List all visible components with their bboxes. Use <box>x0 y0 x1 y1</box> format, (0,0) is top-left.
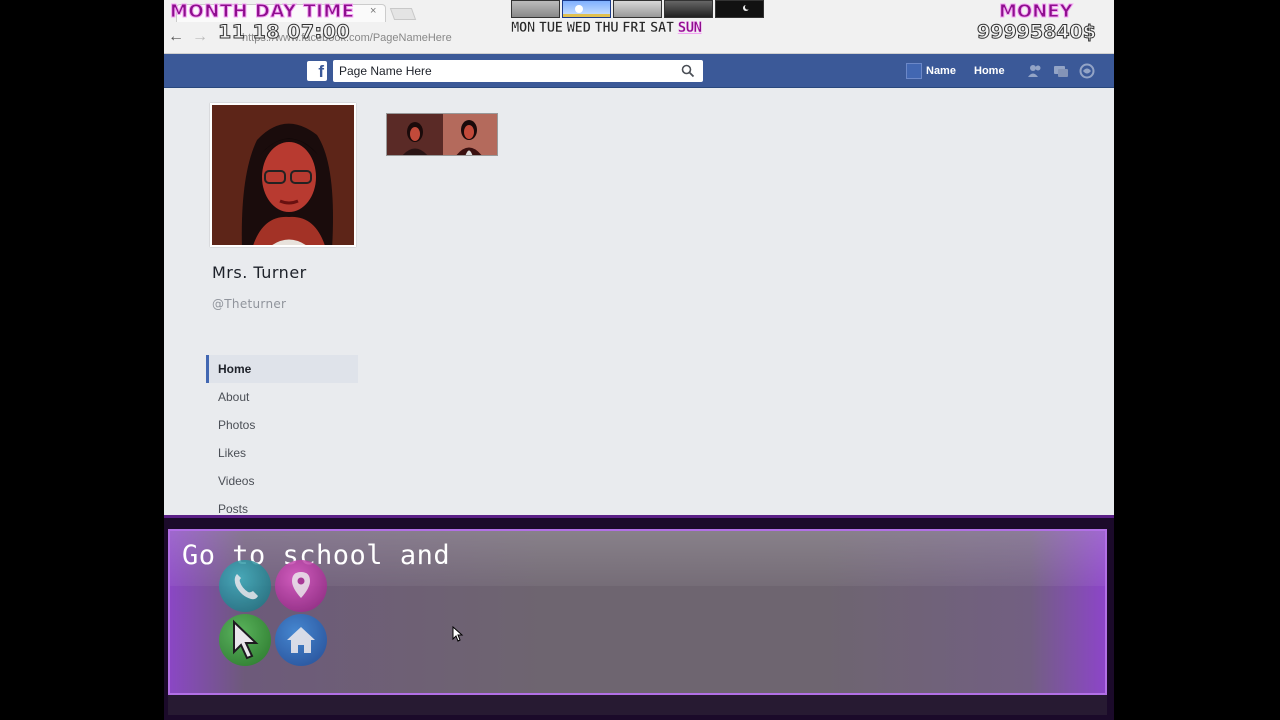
search-icon[interactable] <box>681 64 695 78</box>
weekday-thu: THU <box>594 20 619 36</box>
money-label: MONEY <box>999 1 1074 23</box>
forward-arrow-icon[interactable]: → <box>192 28 208 46</box>
cursor-icon <box>233 619 259 660</box>
home-icon <box>287 627 315 653</box>
datetime-display: 11 18 07:00 <box>217 21 351 44</box>
weekday-wed: WED <box>566 20 591 36</box>
night-moon-icon <box>715 0 764 18</box>
evening-weather-icon <box>664 0 713 18</box>
side-nav-item-about[interactable]: About <box>206 383 358 411</box>
page-side-nav: Home About Photos Likes Videos Posts <box>206 355 358 523</box>
side-nav-item-photos[interactable]: Photos <box>206 411 358 439</box>
home-link[interactable]: Home <box>974 63 1005 79</box>
weekday-tue: TUE <box>538 20 564 36</box>
notifications-globe-icon[interactable] <box>1079 63 1095 79</box>
facebook-logo-icon[interactable]: f <box>307 61 327 81</box>
profile-picture[interactable] <box>210 103 356 247</box>
weekday-sun-current: SUN <box>677 20 703 36</box>
time-of-day-strip <box>511 0 765 18</box>
map-pin-icon <box>292 572 310 598</box>
profile-name: Mrs. Turner <box>212 263 307 282</box>
back-arrow-icon[interactable]: ← <box>168 28 184 46</box>
weekday-fri: FRI <box>622 20 647 36</box>
weekday-bar: MON TUE WED THU FRI SAT SUN <box>511 20 706 36</box>
weekday-sat: SAT <box>649 20 675 36</box>
month-day-time-label: MONTH DAY TIME <box>170 1 355 23</box>
morning-sun-icon <box>562 0 611 18</box>
avatar-icon <box>906 63 922 79</box>
side-nav-item-home[interactable]: Home <box>206 355 358 383</box>
mouse-pointer-icon <box>452 626 464 642</box>
side-nav-item-videos[interactable]: Videos <box>206 467 358 495</box>
money-amount: 99995840$ <box>977 21 1097 44</box>
cursor-button[interactable] <box>219 614 271 666</box>
profile-handle: @Theturner <box>212 297 287 311</box>
weekday-mon: MON <box>511 20 536 36</box>
search-input[interactable]: Page Name Here <box>333 60 703 82</box>
friend-requests-icon[interactable] <box>1027 63 1043 79</box>
phone-icon <box>234 574 258 600</box>
phone-button[interactable] <box>219 560 271 612</box>
profile-name-link-label: Name <box>926 65 956 77</box>
facebook-header: f Page Name Here Name Home <box>164 54 1114 88</box>
profile-name-link[interactable]: Name <box>906 63 956 79</box>
background-taskbar <box>168 695 1107 715</box>
search-input-text: Page Name Here <box>339 64 432 78</box>
map-button[interactable] <box>275 560 327 612</box>
messages-icon[interactable] <box>1053 63 1069 79</box>
photo-thumbnail-image <box>387 114 497 155</box>
new-tab-button[interactable] <box>389 8 417 20</box>
noon-weather-icon <box>613 0 662 18</box>
tab-close-icon[interactable]: × <box>370 5 376 17</box>
dawn-weather-icon <box>511 0 560 18</box>
profile-portrait-image <box>212 105 354 245</box>
photo-thumbnail[interactable] <box>386 113 498 156</box>
home-button[interactable] <box>275 614 327 666</box>
side-nav-item-likes[interactable]: Likes <box>206 439 358 467</box>
